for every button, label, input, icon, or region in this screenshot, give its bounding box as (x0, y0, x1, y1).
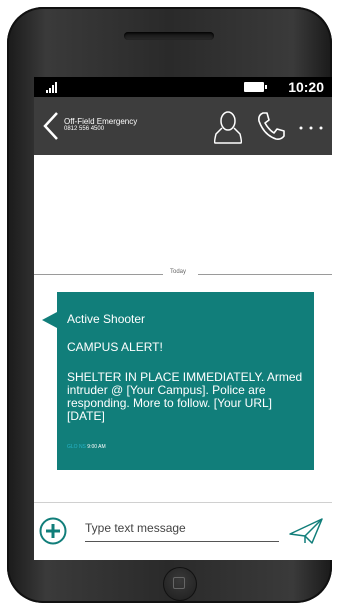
message-input[interactable] (85, 519, 279, 537)
message-alert: CAMPUS ALERT! (67, 340, 163, 354)
date-separator-line-left (34, 274, 163, 275)
status-time: 10:20 (288, 79, 324, 95)
earpiece-speaker (124, 32, 214, 40)
phone-call-icon[interactable] (256, 111, 286, 141)
message-time: 9:00 AM (87, 444, 106, 450)
battery-icon (244, 82, 267, 92)
home-square-icon (173, 577, 185, 589)
conversation-header: Off-Field Emergency 0812 556 4500 (34, 97, 332, 155)
date-separator-line-right (198, 274, 332, 275)
incoming-message-bubble[interactable]: Active Shooter CAMPUS ALERT! SHELTER IN … (42, 292, 314, 470)
back-chevron-icon[interactable] (42, 111, 62, 141)
add-attachment-icon[interactable] (39, 517, 67, 545)
status-bar: 10:20 (34, 77, 332, 97)
message-body: SHELTER IN PLACE IMMEDIATELY. Armed intr… (67, 370, 303, 423)
screen: 10:20 Off-Field Emergency 0812 556 4500 (34, 77, 332, 560)
message-title: Active Shooter (67, 312, 146, 326)
contact-name: Off-Field Emergency (64, 117, 138, 126)
home-button[interactable] (163, 567, 197, 601)
message-sender: GLO NS (67, 444, 86, 450)
signal-strength-icon (46, 82, 57, 93)
contact-person-icon[interactable] (212, 110, 244, 144)
date-separator: Today (170, 269, 187, 275)
more-options-icon[interactable] (298, 125, 324, 131)
bubble-tail (42, 312, 57, 328)
phone-frame: 10:20 Off-Field Emergency 0812 556 4500 (7, 7, 332, 603)
contact-number: 0812 556 4500 (64, 126, 105, 132)
send-icon[interactable] (288, 517, 324, 545)
compose-bar (34, 503, 332, 560)
message-thread: Today Active Shooter CAMPUS ALERT! SHELT… (34, 155, 332, 502)
message-meta: GLO NS 9:00 AM (67, 444, 106, 450)
message-input-wrapper (85, 519, 279, 542)
